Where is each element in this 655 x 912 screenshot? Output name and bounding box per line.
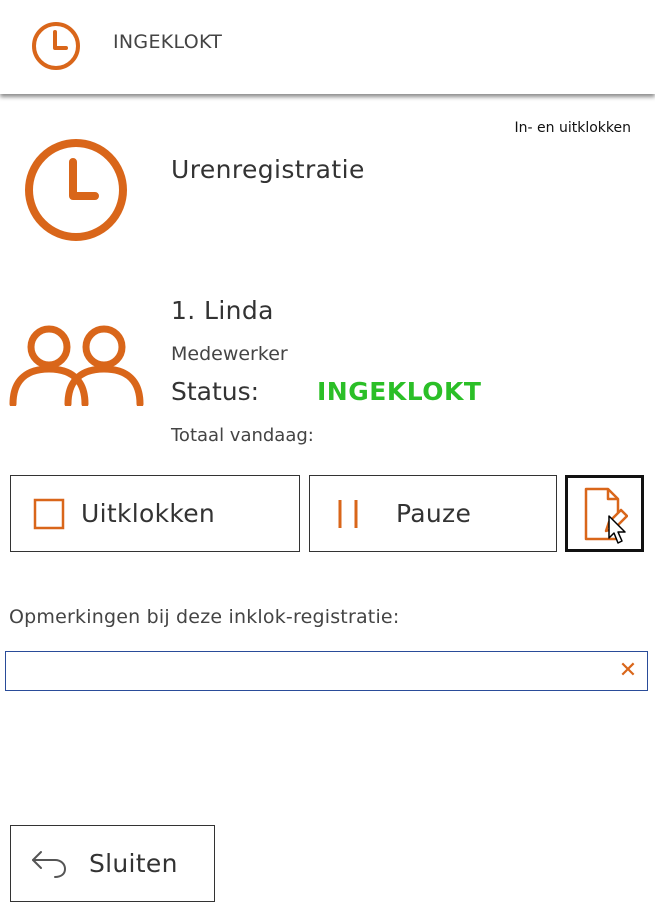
clock-icon (32, 22, 80, 70)
today-total-label: Totaal vandaag: (171, 425, 314, 446)
document-edit-icon (584, 487, 628, 540)
remarks-input[interactable] (5, 651, 648, 691)
users-icon (9, 325, 144, 406)
pause-button[interactable]: Pauze (309, 475, 557, 552)
pause-icon (338, 499, 358, 528)
document-button[interactable] (565, 475, 644, 552)
stop-square-icon (33, 498, 65, 529)
close-label: Sluiten (89, 849, 178, 878)
employee-name: 1. Linda (171, 296, 274, 325)
clock-out-label: Uitklokken (81, 499, 216, 528)
page-title: Urenregistratie (171, 155, 365, 184)
top-bar: INGEKLOKT (0, 0, 655, 94)
header-title: INGEKLOKT (113, 31, 223, 53)
status-badge: INGEKLOKT (317, 377, 482, 406)
status-label: Status: (171, 377, 260, 406)
clear-icon[interactable]: ✕ (617, 659, 639, 683)
employee-role: Medewerker (171, 343, 288, 365)
clock-icon (25, 139, 127, 241)
close-button[interactable]: Sluiten (10, 825, 215, 902)
back-arrow-icon (32, 850, 67, 878)
remarks-label: Opmerkingen bij deze inklok-registratie: (9, 606, 400, 628)
breadcrumb: In- en uitklokken (514, 120, 631, 136)
pause-label: Pauze (396, 499, 472, 528)
clock-out-button[interactable]: Uitklokken (10, 475, 300, 552)
